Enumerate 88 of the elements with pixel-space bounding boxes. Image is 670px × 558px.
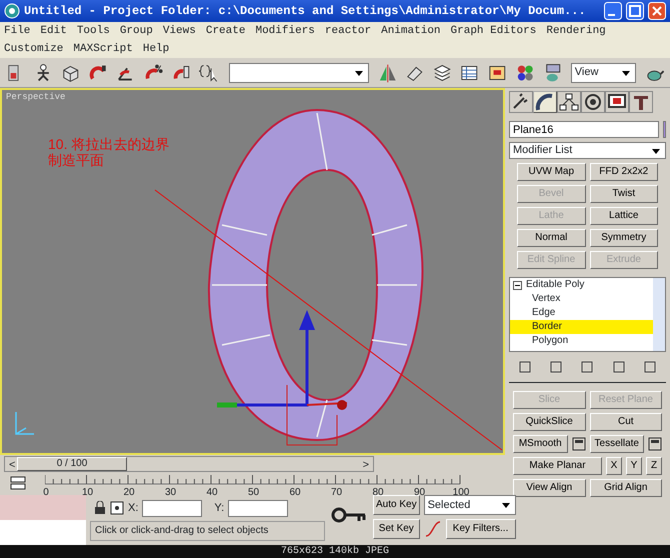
maximize-icon[interactable] bbox=[626, 2, 644, 20]
time-slider-thumb[interactable]: 0 / 100 bbox=[17, 457, 127, 471]
object-color-swatch[interactable] bbox=[663, 121, 666, 138]
tick-label: 50 bbox=[248, 486, 260, 500]
modifier-button[interactable]: Twist bbox=[590, 185, 658, 203]
modifier-button[interactable]: UVW Map bbox=[517, 163, 586, 181]
hierarchy-icon bbox=[558, 92, 580, 112]
layer-stack-icon[interactable] bbox=[432, 62, 452, 82]
panel-tab[interactable] bbox=[629, 91, 653, 113]
menu-item[interactable]: File bbox=[4, 22, 30, 40]
menu-item[interactable]: Modifiers bbox=[255, 22, 315, 40]
render-mode-dropdown[interactable]: View bbox=[570, 62, 636, 82]
modifier-list-dropdown[interactable]: Modifier List bbox=[509, 142, 666, 159]
y-coordinate-field[interactable] bbox=[228, 500, 288, 516]
menu-item[interactable]: Edit bbox=[40, 22, 67, 40]
geometry-button[interactable]: Y bbox=[626, 457, 642, 475]
tick-label: 30 bbox=[164, 486, 176, 500]
listener-field[interactable] bbox=[0, 520, 86, 545]
mirror-icon[interactable] bbox=[378, 62, 396, 82]
menu-item[interactable]: Help bbox=[142, 40, 170, 58]
set-key-button[interactable]: Set Key bbox=[373, 519, 420, 539]
app-logo-icon bbox=[4, 3, 20, 19]
stack-item[interactable]: Edge bbox=[510, 306, 653, 320]
tick-label: 10 bbox=[82, 486, 94, 500]
stack-item[interactable]: Vertex bbox=[510, 292, 653, 306]
modifier-button[interactable]: Normal bbox=[517, 229, 586, 247]
geometry-button[interactable]: X bbox=[606, 457, 622, 475]
window-title: Untitled - Project Folder: c:\Documents and Settings\Administrator\My Docum... bbox=[24, 4, 587, 18]
filter-icon[interactable] bbox=[10, 476, 26, 490]
magnet-icon[interactable] bbox=[88, 62, 108, 82]
tick-label: 60 bbox=[289, 486, 301, 500]
status-prompt: Click or click-and-drag to select objects bbox=[90, 521, 325, 541]
geometry-button[interactable]: QuickSlice bbox=[513, 413, 586, 431]
geometry-button[interactable]: View Align bbox=[513, 479, 586, 497]
edit-named-selection-icon[interactable] bbox=[199, 62, 220, 82]
geometry-button[interactable]: Make Planar bbox=[513, 457, 602, 475]
menu-item[interactable]: Tools bbox=[76, 22, 110, 40]
coordinate-label: X: bbox=[128, 500, 138, 516]
menu-item[interactable]: Animation bbox=[381, 22, 441, 40]
material-spheres-icon[interactable] bbox=[516, 62, 534, 82]
stack-item[interactable]: Border bbox=[510, 320, 653, 334]
stack-item[interactable]: Polygon bbox=[510, 334, 653, 348]
panel-tab[interactable] bbox=[605, 91, 629, 113]
modifier-button[interactable]: FFD 2x2x2 bbox=[590, 163, 658, 181]
stack-item[interactable]: Editable Poly bbox=[510, 278, 653, 292]
selection-set-dropdown[interactable] bbox=[228, 62, 369, 82]
close-icon[interactable] bbox=[648, 2, 666, 20]
image-caption: 765x623 140kb JPEG bbox=[0, 545, 670, 558]
geometry-button[interactable]: Cut bbox=[590, 413, 662, 431]
x-coordinate-field[interactable] bbox=[142, 500, 202, 516]
menu-item[interactable]: Create bbox=[206, 22, 246, 40]
geometry-button[interactable]: Tessellate bbox=[590, 435, 644, 453]
modifier-button[interactable]: Lattice bbox=[590, 207, 658, 225]
tangent-curve-icon[interactable] bbox=[424, 520, 442, 538]
annotation-text: 10. 将拉出去的边界 制造平面 bbox=[48, 136, 170, 168]
geometry-button[interactable]: MSmooth bbox=[513, 435, 568, 453]
panel-tab[interactable] bbox=[581, 91, 605, 113]
next-frame-button[interactable]: > bbox=[358, 457, 373, 471]
minimize-icon[interactable] bbox=[604, 2, 622, 20]
tick-label: 40 bbox=[206, 486, 218, 500]
panel-tab[interactable] bbox=[557, 91, 581, 113]
menu-item[interactable]: Rendering bbox=[546, 22, 606, 40]
menu-item[interactable]: MAXScript bbox=[73, 40, 133, 58]
modifier-button[interactable]: Symmetry bbox=[590, 229, 658, 247]
scrollbar[interactable] bbox=[653, 278, 665, 351]
tick-label: 0 bbox=[43, 486, 49, 500]
menu-item[interactable]: Group bbox=[120, 22, 153, 40]
settings-icon[interactable] bbox=[648, 435, 662, 453]
settings-icon[interactable] bbox=[572, 435, 586, 453]
key-filters-button[interactable]: Key Filters... bbox=[446, 519, 516, 539]
coordinate-label: Y: bbox=[214, 500, 224, 516]
wheel-icon bbox=[582, 92, 604, 112]
panel-tab[interactable] bbox=[509, 91, 533, 113]
selection-toggle-icon[interactable] bbox=[110, 501, 124, 515]
tick-label: 70 bbox=[330, 486, 342, 500]
geometry-button[interactable]: Grid Align bbox=[590, 479, 662, 497]
menu-item[interactable]: Customize bbox=[4, 40, 64, 58]
auto-key-button[interactable]: Auto Key bbox=[373, 495, 420, 515]
menu-item[interactable]: reactor bbox=[324, 22, 372, 40]
collapse-icon bbox=[513, 280, 522, 290]
menu-item[interactable]: Graph Editors bbox=[450, 22, 536, 40]
key-mode-dropdown[interactable]: Selected bbox=[424, 495, 516, 515]
menu-item[interactable]: Views bbox=[162, 22, 196, 40]
listener-field[interactable] bbox=[0, 495, 86, 520]
object-name-field[interactable]: Plane16 bbox=[509, 121, 659, 138]
geometry-button[interactable]: Z bbox=[646, 457, 662, 475]
previous-frame-button[interactable]: < bbox=[5, 457, 20, 471]
tick-label: 20 bbox=[123, 486, 135, 500]
